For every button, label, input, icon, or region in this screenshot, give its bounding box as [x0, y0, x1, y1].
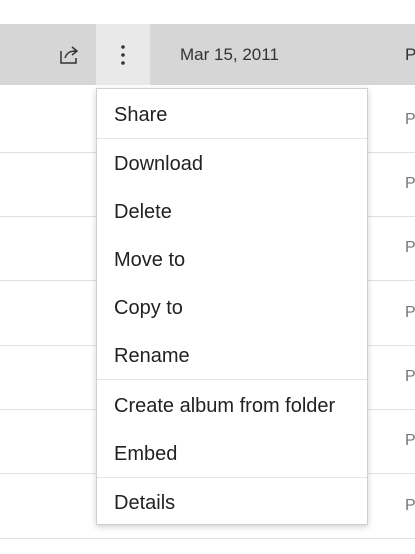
menu-item-delete[interactable]: Delete [97, 188, 369, 236]
share-icon [60, 45, 79, 64]
menu-item-details[interactable]: Details [97, 479, 369, 527]
menu-item-copy-to[interactable]: Copy to [97, 284, 369, 332]
truncated-cell: P [405, 111, 415, 128]
truncated-cell: P [405, 239, 415, 256]
truncated-cell: P [405, 368, 415, 385]
truncated-cell: P [405, 175, 415, 192]
menu-divider [97, 379, 367, 380]
menu-divider [97, 477, 367, 478]
context-menu: Share Download Delete Move to Copy to Re… [96, 88, 368, 525]
truncated-cell: P [405, 45, 415, 64]
menu-item-move-to[interactable]: Move to [97, 236, 369, 284]
menu-item-download[interactable]: Download [97, 140, 369, 188]
menu-item-rename[interactable]: Rename [97, 332, 369, 380]
menu-item-embed[interactable]: Embed [97, 430, 369, 478]
truncated-cell: P [405, 304, 415, 321]
modified-date: Mar 15, 2011 [180, 45, 279, 64]
menu-divider [97, 138, 367, 139]
more-vertical-icon [121, 44, 125, 65]
more-options-button[interactable] [96, 24, 150, 85]
truncated-cell: P [405, 432, 415, 449]
menu-item-share[interactable]: Share [97, 91, 369, 139]
share-button[interactable] [48, 24, 92, 85]
selected-file-row[interactable]: Mar 15, 2011 P [0, 24, 415, 85]
file-list-view: Mar 15, 2011 P P P P P P P P Share Downl… [0, 0, 415, 554]
truncated-cell: P [405, 497, 415, 514]
menu-item-create-album[interactable]: Create album from folder [97, 382, 369, 430]
